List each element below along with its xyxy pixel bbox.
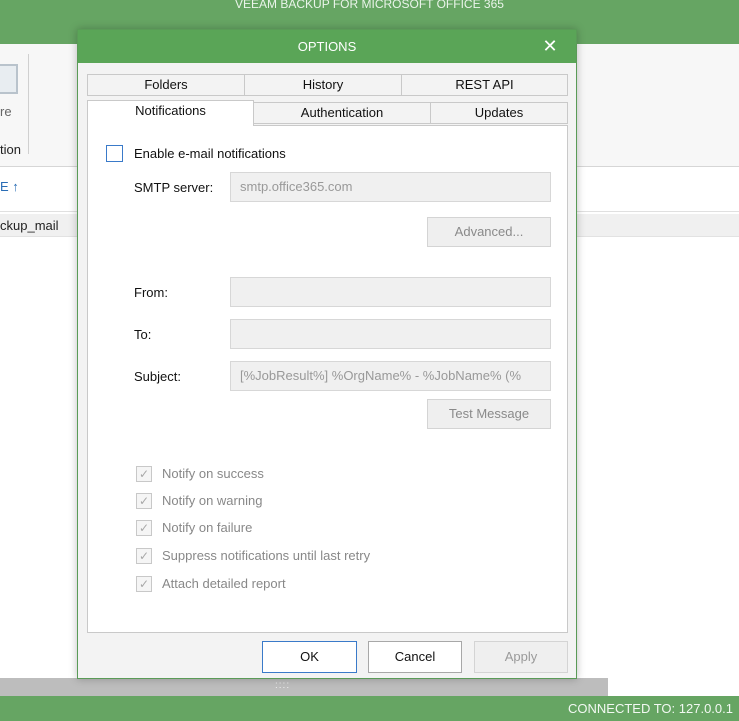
scroll-grip-icon[interactable]: :::: <box>275 681 290 691</box>
notify-success-label: Notify on success <box>162 466 264 481</box>
dialog-title: OPTIONS <box>297 39 357 54</box>
connection-status: CONNECTED TO: 127.0.0.1 <box>568 701 733 716</box>
ribbon-button-label: re <box>0 104 12 119</box>
ribbon-separator <box>28 54 29 154</box>
restore-icon <box>0 64 18 94</box>
smtp-server-label: SMTP server: <box>134 180 214 195</box>
attach-report-label: Attach detailed report <box>162 576 286 591</box>
ribbon-group-label: tion <box>0 142 21 157</box>
tab-updates[interactable]: Updates <box>430 102 568 124</box>
ribbon-restore-button[interactable]: re <box>0 62 28 152</box>
notify-warning-checkbox[interactable]: ✓ <box>136 493 152 509</box>
subject-input[interactable]: [%JobResult%] %OrgName% - %JobName% (% <box>230 361 551 391</box>
to-label: To: <box>134 327 152 342</box>
notifications-panel: Enable e-mail notifications SMTP server:… <box>87 125 568 633</box>
from-label: From: <box>134 285 168 300</box>
app-title: VEEAM BACKUP FOR MICROSOFT OFFICE 365 <box>235 0 504 11</box>
tab-rest-api[interactable]: REST API <box>401 74 568 96</box>
options-dialog: OPTIONS ✕ Folders History REST API Enabl… <box>77 29 577 679</box>
suppress-notifications-checkbox[interactable]: ✓ <box>136 548 152 564</box>
notify-warning-label: Notify on warning <box>162 493 263 508</box>
apply-button[interactable]: Apply <box>474 641 568 673</box>
tab-folders[interactable]: Folders <box>87 74 245 96</box>
test-message-button[interactable]: Test Message <box>427 399 551 429</box>
list-sort-header[interactable]: E ↑ <box>0 179 19 194</box>
notify-failure-label: Notify on failure <box>162 520 253 535</box>
status-bar: CONNECTED TO: 127.0.0.1 <box>0 696 739 721</box>
to-input[interactable] <box>230 319 551 349</box>
subject-label: Subject: <box>134 369 181 384</box>
list-item-label: ckup_mail <box>0 218 59 233</box>
notify-success-checkbox[interactable]: ✓ <box>136 466 152 482</box>
suppress-notifications-label: Suppress notifications until last retry <box>162 548 371 563</box>
tab-history[interactable]: History <box>244 74 402 96</box>
close-icon[interactable]: ✕ <box>540 35 560 57</box>
from-input[interactable] <box>230 277 551 307</box>
notify-failure-checkbox[interactable]: ✓ <box>136 520 152 536</box>
enable-email-label: Enable e-mail notifications <box>134 146 286 161</box>
tab-authentication[interactable]: Authentication <box>253 102 431 124</box>
tab-notifications[interactable]: Notifications <box>87 100 254 126</box>
horizontal-scrollbar[interactable]: :::: <box>0 678 608 696</box>
attach-report-checkbox[interactable]: ✓ <box>136 576 152 592</box>
smtp-server-input[interactable]: smtp.office365.com <box>230 172 551 202</box>
ok-button[interactable]: OK <box>262 641 357 673</box>
dialog-titlebar[interactable]: OPTIONS ✕ <box>78 30 576 63</box>
cancel-button[interactable]: Cancel <box>368 641 462 673</box>
advanced-button[interactable]: Advanced... <box>427 217 551 247</box>
enable-email-checkbox[interactable] <box>106 145 123 162</box>
